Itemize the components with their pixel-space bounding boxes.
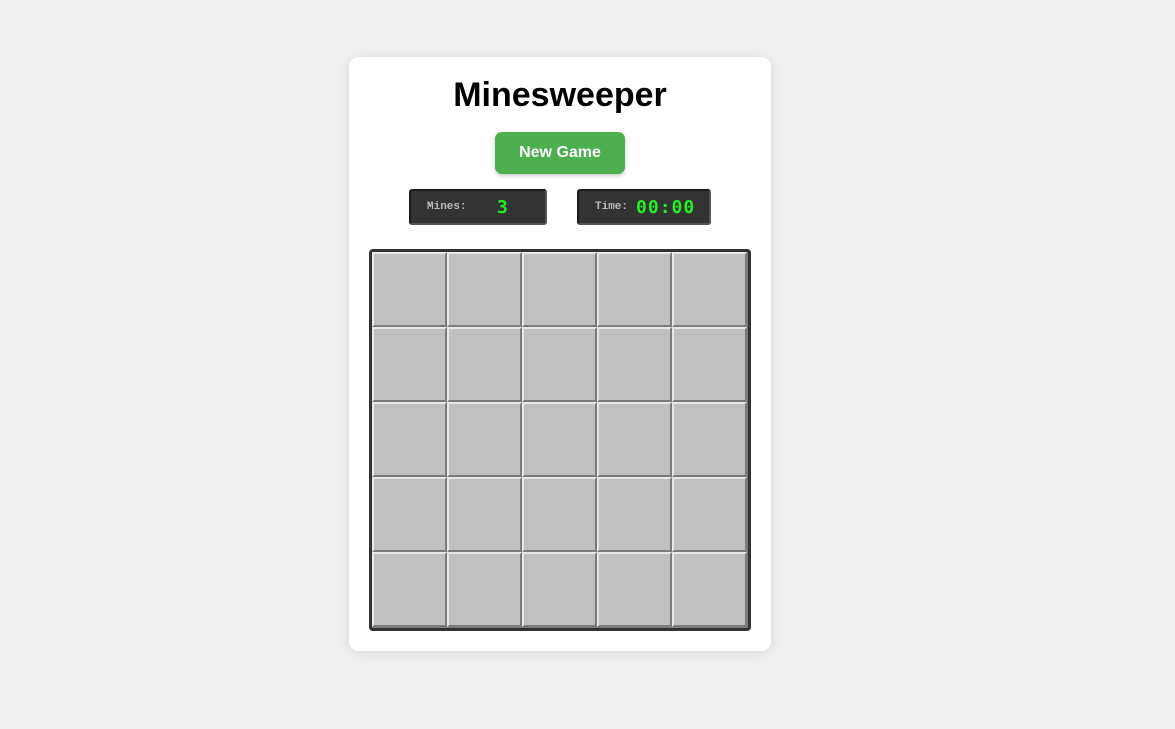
board-cell[interactable] bbox=[372, 552, 447, 627]
board-cell[interactable] bbox=[672, 252, 747, 327]
board-cell[interactable] bbox=[447, 252, 522, 327]
board-cell[interactable] bbox=[447, 402, 522, 477]
board-cell[interactable] bbox=[372, 327, 447, 402]
board-cell[interactable] bbox=[522, 477, 597, 552]
mines-label: Mines: bbox=[427, 201, 467, 213]
timer: Time: 00:00 bbox=[577, 189, 711, 225]
board-cell[interactable] bbox=[522, 552, 597, 627]
time-value: 00:00 bbox=[636, 196, 696, 218]
board-cell[interactable] bbox=[522, 402, 597, 477]
board-cell[interactable] bbox=[672, 402, 747, 477]
board-cell[interactable] bbox=[447, 327, 522, 402]
board-cell[interactable] bbox=[597, 552, 672, 627]
new-game-button[interactable]: New Game bbox=[495, 132, 625, 174]
board-cell[interactable] bbox=[672, 552, 747, 627]
board-cell[interactable] bbox=[597, 402, 672, 477]
board-cell[interactable] bbox=[597, 252, 672, 327]
board-cell[interactable] bbox=[672, 327, 747, 402]
mines-count: 3 bbox=[497, 196, 509, 218]
board-grid bbox=[372, 252, 747, 627]
board-cell[interactable] bbox=[447, 552, 522, 627]
board-cell[interactable] bbox=[597, 327, 672, 402]
game-board bbox=[369, 249, 751, 631]
board-cell[interactable] bbox=[522, 327, 597, 402]
board-cell[interactable] bbox=[672, 477, 747, 552]
board-cell[interactable] bbox=[372, 477, 447, 552]
board-cell[interactable] bbox=[522, 252, 597, 327]
board-cell[interactable] bbox=[597, 477, 672, 552]
board-cell[interactable] bbox=[372, 402, 447, 477]
game-title: Minesweeper bbox=[453, 76, 667, 114]
board-cell[interactable] bbox=[447, 477, 522, 552]
mines-counter: Mines: 3 bbox=[409, 189, 547, 225]
board-cell[interactable] bbox=[372, 252, 447, 327]
time-label: Time: bbox=[595, 201, 629, 213]
game-container: Minesweeper New Game Mines: 3 Time: 00:0… bbox=[349, 57, 771, 651]
